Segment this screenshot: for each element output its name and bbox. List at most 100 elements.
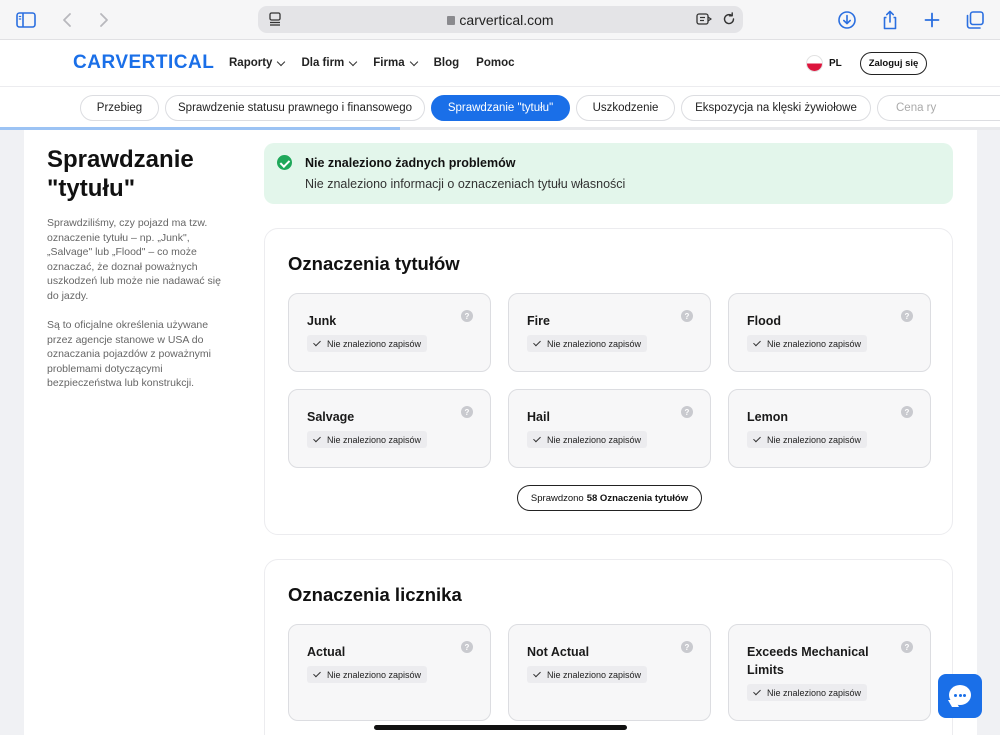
explanation-paragraph: Są to oficjalne określenia używane przez…: [47, 319, 212, 390]
card-title: Flood: [747, 314, 782, 328]
chevron-down-icon: [349, 57, 358, 66]
chat-dots: [954, 694, 966, 697]
tab-uszkodzenie[interactable]: Uszkodzenie: [576, 95, 675, 121]
login-button[interactable]: Zaloguj się: [860, 52, 927, 75]
download-icon[interactable]: [835, 8, 859, 32]
page-title: Sprawdzanie "tytułu": [47, 146, 194, 202]
tabs-overview-icon[interactable]: [963, 8, 987, 32]
status-badge: Nie znaleziono zapisów: [747, 431, 868, 448]
alert-title: Nie znaleziono żadnych problemów: [305, 156, 516, 170]
nav-item-raporty[interactable]: Raporty: [229, 57, 286, 69]
nav-label: Pomoc: [476, 57, 515, 69]
tab-status-prawny[interactable]: Sprawdzenie statusu prawnego i finansowe…: [165, 95, 425, 121]
help-icon[interactable]: ?: [681, 406, 693, 418]
share-icon[interactable]: [878, 8, 902, 32]
odometer-card-actual: Actual ? Nie znaleziono zapisów: [288, 624, 491, 721]
check-icon: [313, 669, 321, 678]
title-card-lemon: Lemon ? Nie znaleziono zapisów: [728, 389, 931, 468]
help-icon[interactable]: ?: [461, 310, 473, 322]
status-badge: Nie znaleziono zapisów: [747, 684, 868, 701]
status-badge: Nie znaleziono zapisów: [307, 431, 428, 448]
help-icon[interactable]: ?: [901, 641, 913, 653]
status-text: Nie znaleziono zapisów: [327, 338, 422, 349]
nav-label: Firma: [373, 57, 405, 69]
help-icon[interactable]: ?: [461, 406, 473, 418]
carvertical-logo[interactable]: CARVERTICAL: [73, 52, 214, 74]
nav-item-blog[interactable]: Blog: [434, 57, 460, 69]
site-header: CARVERTICAL Raporty Dla firm Firma Blog …: [0, 40, 1000, 87]
card-title: Lemon: [747, 410, 788, 424]
section-heading: Oznaczenia tytułów: [288, 253, 460, 274]
language-code: PL: [829, 58, 842, 69]
new-tab-plus-icon[interactable]: [920, 8, 944, 32]
status-text: Nie znaleziono zapisów: [327, 669, 422, 680]
poland-flag-icon: [806, 55, 823, 72]
section-heading: Oznaczenia licznika: [288, 584, 462, 605]
check-icon: [313, 434, 321, 443]
language-switcher[interactable]: PL: [806, 55, 842, 72]
status-badge: Nie znaleziono zapisów: [527, 335, 648, 352]
nav-label: Raporty: [229, 57, 273, 69]
status-badge: Nie znaleziono zapisów: [747, 335, 868, 352]
card-title: Fire: [527, 314, 550, 328]
nav-item-firma[interactable]: Firma: [373, 57, 418, 69]
status-badge: Nie znaleziono zapisów: [527, 431, 648, 448]
card-title: Junk: [307, 314, 337, 328]
odometer-card-exceeds-limits: Exceeds Mechanical Limits ? Nie znalezio…: [728, 624, 931, 721]
nav-item-pomoc[interactable]: Pomoc: [476, 57, 514, 69]
nav-label: Blog: [433, 57, 460, 69]
lock-icon: [447, 16, 456, 25]
status-text: Nie znaleziono zapisów: [327, 434, 422, 445]
chat-button[interactable]: [938, 674, 982, 718]
help-icon[interactable]: ?: [461, 641, 473, 653]
card-title: Actual: [307, 645, 346, 659]
status-text: Nie znaleziono zapisów: [547, 338, 642, 349]
tab-przebieg[interactable]: Przebieg: [80, 95, 159, 121]
reader-icon[interactable]: [692, 7, 716, 31]
chevron-down-icon: [409, 57, 418, 66]
tab-cena-rynkowa[interactable]: Cena ry: [877, 95, 1000, 121]
help-icon[interactable]: ?: [901, 406, 913, 418]
card-title: Exceeds Mechanical Limits: [747, 645, 869, 677]
nav-item-dla-firm[interactable]: Dla firm: [301, 57, 358, 69]
help-icon[interactable]: ?: [681, 641, 693, 653]
url-text: carvertical.com: [459, 12, 554, 28]
alert-subtitle: Nie znaleziono informacji o oznaczeniach…: [305, 177, 626, 191]
status-text: Nie znaleziono zapisów: [547, 669, 642, 680]
home-indicator: [374, 725, 627, 730]
title-card-salvage: Salvage ? Nie znaleziono zapisów: [288, 389, 491, 468]
check-icon: [533, 669, 541, 678]
browser-toolbar: carvertical.com: [0, 0, 1000, 40]
status-badge: Nie znaleziono zapisów: [527, 666, 648, 683]
status-badge: Nie znaleziono zapisów: [307, 666, 428, 683]
check-icon: [313, 338, 321, 347]
title-card-fire: Fire ? Nie znaleziono zapisów: [508, 293, 711, 372]
nav-label: Dla firm: [301, 57, 345, 69]
url-display: carvertical.com: [258, 12, 743, 28]
check-icon: [533, 338, 541, 347]
reload-icon[interactable]: [717, 7, 741, 31]
back-arrow-icon[interactable]: [55, 8, 79, 32]
intro-paragraph: Sprawdziliśmy, czy pojazd ma tzw. oznacz…: [47, 217, 221, 302]
status-text: Nie znaleziono zapisów: [767, 434, 862, 445]
main-nav: Raporty Dla firm Firma Blog Pomoc: [229, 57, 532, 69]
checked-prefix: Sprawdzono: [530, 492, 584, 504]
help-icon[interactable]: ?: [681, 310, 693, 322]
card-title: Salvage: [307, 410, 355, 424]
section-tabs: Przebieg Sprawdzenie statusu prawnego i …: [0, 87, 1000, 130]
address-bar[interactable]: carvertical.com: [258, 6, 743, 33]
tab-sprawdzanie-tytulu[interactable]: Sprawdzanie "tytułu": [431, 95, 570, 121]
help-icon[interactable]: ?: [901, 310, 913, 322]
sidebar-toggle-icon[interactable]: [14, 8, 38, 32]
odometer-brands-section: Oznaczenia licznika Actual ? Nie znalezi…: [264, 559, 953, 735]
forward-arrow-icon[interactable]: [92, 8, 116, 32]
checked-count-button[interactable]: Sprawdzono 58 Oznaczenia tytułów: [517, 485, 702, 511]
checked-count: 58 Oznaczenia tytułów: [586, 492, 689, 504]
card-title: Not Actual: [527, 645, 590, 659]
success-alert: Nie znaleziono żadnych problemów Nie zna…: [264, 143, 953, 204]
check-icon: [753, 687, 761, 696]
status-text: Nie znaleziono zapisów: [767, 338, 862, 349]
title-brands-section: Oznaczenia tytułów Junk ? Nie znaleziono…: [264, 228, 953, 535]
tab-ekspozycja[interactable]: Ekspozycja na klęski żywiołowe: [681, 95, 871, 121]
status-text: Nie znaleziono zapisów: [547, 434, 642, 445]
